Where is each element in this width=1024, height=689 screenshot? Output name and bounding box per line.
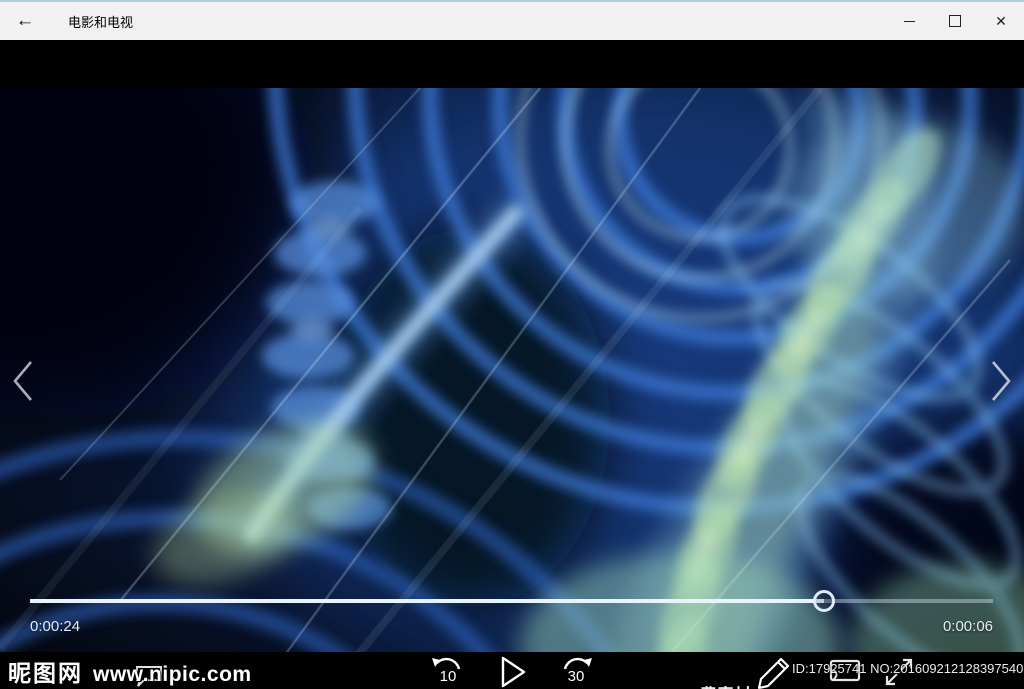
caption-buttons: ✕ <box>886 2 1024 40</box>
seek-fill <box>30 599 825 603</box>
window-title: 电影和电视 <box>68 14 134 30</box>
titlebar: ← 电影和电视 ✕ <box>0 0 1024 40</box>
close-button[interactable]: ✕ <box>978 2 1024 40</box>
letterbox-band <box>0 40 1024 88</box>
nipic-watermark: 昵图网 www.nipic.com <box>8 654 252 688</box>
maximize-icon <box>949 15 961 27</box>
chevron-right-icon <box>992 361 1011 401</box>
close-icon: ✕ <box>995 12 1007 29</box>
skip-forward-button[interactable]: 30 <box>556 654 596 689</box>
elapsed-time: 0:00:24 <box>30 618 81 635</box>
partial-watermark: 费素材 No:20160921212839754087 <box>700 681 973 689</box>
next-button[interactable] <box>983 358 1017 404</box>
app-window: ← 电影和电视 ✕ 0:00:24 0:00:06 10 30 昵图网 www.… <box>0 0 1024 689</box>
id-watermark: ID:17925741 NO:20160921212839754087 <box>792 661 1024 676</box>
seek-bar[interactable] <box>30 590 993 612</box>
play-button[interactable] <box>499 655 527 689</box>
nipic-url-text: www.nipic.com <box>93 663 252 686</box>
chevron-left-icon <box>13 361 32 401</box>
previous-button[interactable] <box>7 358 41 404</box>
back-button[interactable]: ← <box>0 2 50 40</box>
play-icon <box>501 656 526 688</box>
skip-back-label: 10 <box>439 668 457 685</box>
skip-back-button[interactable]: 10 <box>428 654 468 689</box>
minimize-icon <box>903 20 915 22</box>
back-icon: ← <box>15 10 35 31</box>
nipic-brand-text: 昵图网 <box>8 660 83 686</box>
remaining-time: 0:00:06 <box>942 618 993 635</box>
maximize-button[interactable] <box>932 2 978 40</box>
skip-forward-label: 30 <box>567 668 585 685</box>
minimize-button[interactable] <box>886 2 932 40</box>
